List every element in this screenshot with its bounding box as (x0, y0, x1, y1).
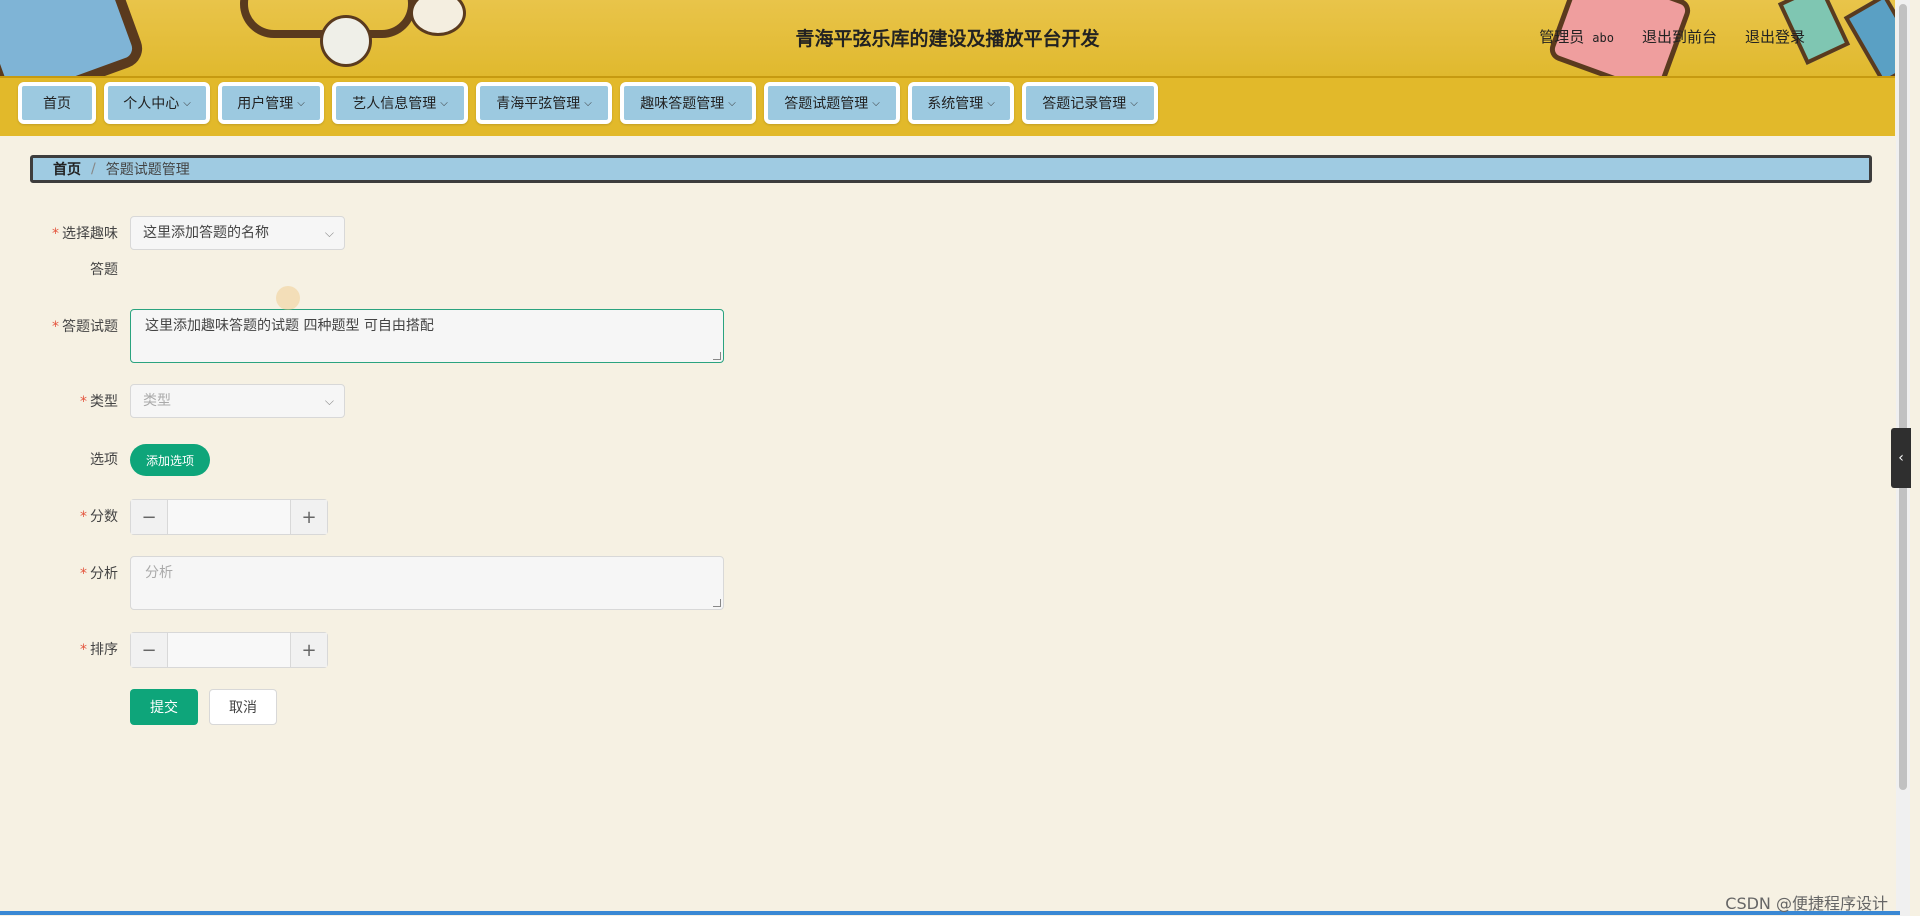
chevron-down-icon: ⌵ (1130, 97, 1138, 109)
submit-button[interactable]: 提交 (130, 689, 198, 725)
question-label: * 答题试题 (52, 319, 118, 335)
nav-item-system-management[interactable]: 系统管理 ⌵ (908, 82, 1014, 124)
quiz-select-label: * 选择趣味 (52, 226, 118, 242)
options-label: 选项 (90, 452, 118, 468)
breadcrumb-separator: / (91, 161, 96, 177)
breadcrumb-home[interactable]: 首页 (53, 159, 81, 179)
type-select-placeholder: 类型 (143, 393, 171, 409)
cancel-button[interactable]: 取消 (209, 689, 277, 725)
nav-item-label: 趣味答题管理 (640, 96, 725, 112)
chevron-down-icon: ⌵ (728, 97, 736, 109)
chevron-down-icon: ⌵ (297, 97, 305, 109)
chevron-down-icon: ⌵ (183, 97, 191, 109)
nav-item-label: 青海平弦管理 (496, 96, 581, 112)
nav-item-home[interactable]: 首页 (18, 82, 96, 124)
nav-item-label: 个人中心 (123, 96, 180, 112)
nav-item-label: 答题记录管理 (1042, 96, 1127, 112)
header-banner: 青海平弦乐库的建设及播放平台开发 管理员 abo 退出到前台 退出登录 (0, 0, 1895, 76)
nav-item-label: 首页 (43, 96, 71, 112)
chevron-down-icon: ⌵ (324, 226, 334, 240)
user-name: abo (1592, 31, 1614, 45)
analysis-textarea[interactable]: 分析 (130, 556, 724, 610)
chevron-down-icon: ⌵ (440, 97, 448, 109)
type-label: * 类型 (80, 394, 118, 410)
score-stepper: − + (130, 499, 328, 535)
order-stepper: − + (130, 632, 328, 668)
nav-item-artist-management[interactable]: 艺人信息管理 ⌵ (332, 82, 468, 124)
main-nav: 首页 个人中心 ⌵ 用户管理 ⌵ 艺人信息管理 ⌵ 青海平弦管理 ⌵ 趣味答题管… (0, 76, 1895, 136)
quiz-select[interactable]: 这里添加答题的名称 ⌵ (130, 216, 345, 250)
analysis-placeholder: 分析 (145, 565, 173, 581)
score-decrement-button[interactable]: − (131, 500, 168, 534)
resize-grip-icon[interactable] (713, 352, 721, 360)
nav-item-record-management[interactable]: 答题记录管理 ⌵ (1022, 82, 1158, 124)
chevron-down-icon: ⌵ (987, 97, 995, 109)
quiz-select-label-line2: 答题 (90, 262, 118, 278)
current-user: 管理员 abo (1539, 26, 1614, 47)
order-decrement-button[interactable]: − (131, 633, 168, 667)
exit-to-front-link[interactable]: 退出到前台 (1642, 26, 1717, 47)
score-label: * 分数 (80, 509, 118, 525)
nav-item-label: 艺人信息管理 (352, 96, 437, 112)
scrollbar-thumb[interactable] (1899, 4, 1907, 790)
question-text: 这里添加趣味答题的试题 四种题型 可自由搭配 (145, 318, 434, 334)
order-input[interactable] (168, 633, 290, 667)
quiz-select-value: 这里添加答题的名称 (143, 225, 269, 241)
breadcrumb: 首页 / 答题试题管理 (30, 155, 1872, 183)
chevron-down-icon: ⌵ (324, 394, 334, 408)
score-increment-button[interactable]: + (290, 500, 327, 534)
nav-item-quiz-management[interactable]: 趣味答题管理 ⌵ (620, 82, 756, 124)
analysis-label: * 分析 (80, 566, 118, 582)
question-textarea[interactable]: 这里添加趣味答题的试题 四种题型 可自由搭配 (130, 309, 724, 363)
nav-item-label: 用户管理 (237, 96, 294, 112)
order-increment-button[interactable]: + (290, 633, 327, 667)
breadcrumb-current: 答题试题管理 (105, 162, 190, 178)
logout-link[interactable]: 退出登录 (1745, 26, 1805, 47)
add-option-button[interactable]: 添加选项 (130, 444, 210, 476)
score-input[interactable] (168, 500, 290, 534)
nav-item-pingxian-management[interactable]: 青海平弦管理 ⌵ (476, 82, 612, 124)
chevron-down-icon: ⌵ (584, 97, 592, 109)
mouse-cursor-highlight (276, 286, 300, 310)
nav-list: 首页 个人中心 ⌵ 用户管理 ⌵ 艺人信息管理 ⌵ 青海平弦管理 ⌵ 趣味答题管… (18, 82, 1158, 124)
order-label: * 排序 (80, 642, 118, 658)
user-area: 管理员 abo 退出到前台 退出登录 (1539, 26, 1805, 47)
user-role: 管理员 (1539, 28, 1585, 46)
nav-item-user-management[interactable]: 用户管理 ⌵ (218, 82, 324, 124)
type-select[interactable]: 类型 ⌵ (130, 384, 345, 418)
nav-item-label: 系统管理 (927, 96, 984, 112)
resize-grip-icon[interactable] (713, 599, 721, 607)
nav-item-personal-center[interactable]: 个人中心 ⌵ (104, 82, 210, 124)
nav-item-label: 答题试题管理 (784, 96, 869, 112)
chevron-left-icon: ‹ (1898, 450, 1904, 466)
progress-line (0, 911, 1900, 915)
chevron-down-icon: ⌵ (872, 97, 880, 109)
nav-item-question-management[interactable]: 答题试题管理 ⌵ (764, 82, 900, 124)
side-panel-toggle[interactable]: ‹ (1891, 428, 1911, 488)
watermark: CSDN @便捷程序设计 (1725, 894, 1888, 913)
